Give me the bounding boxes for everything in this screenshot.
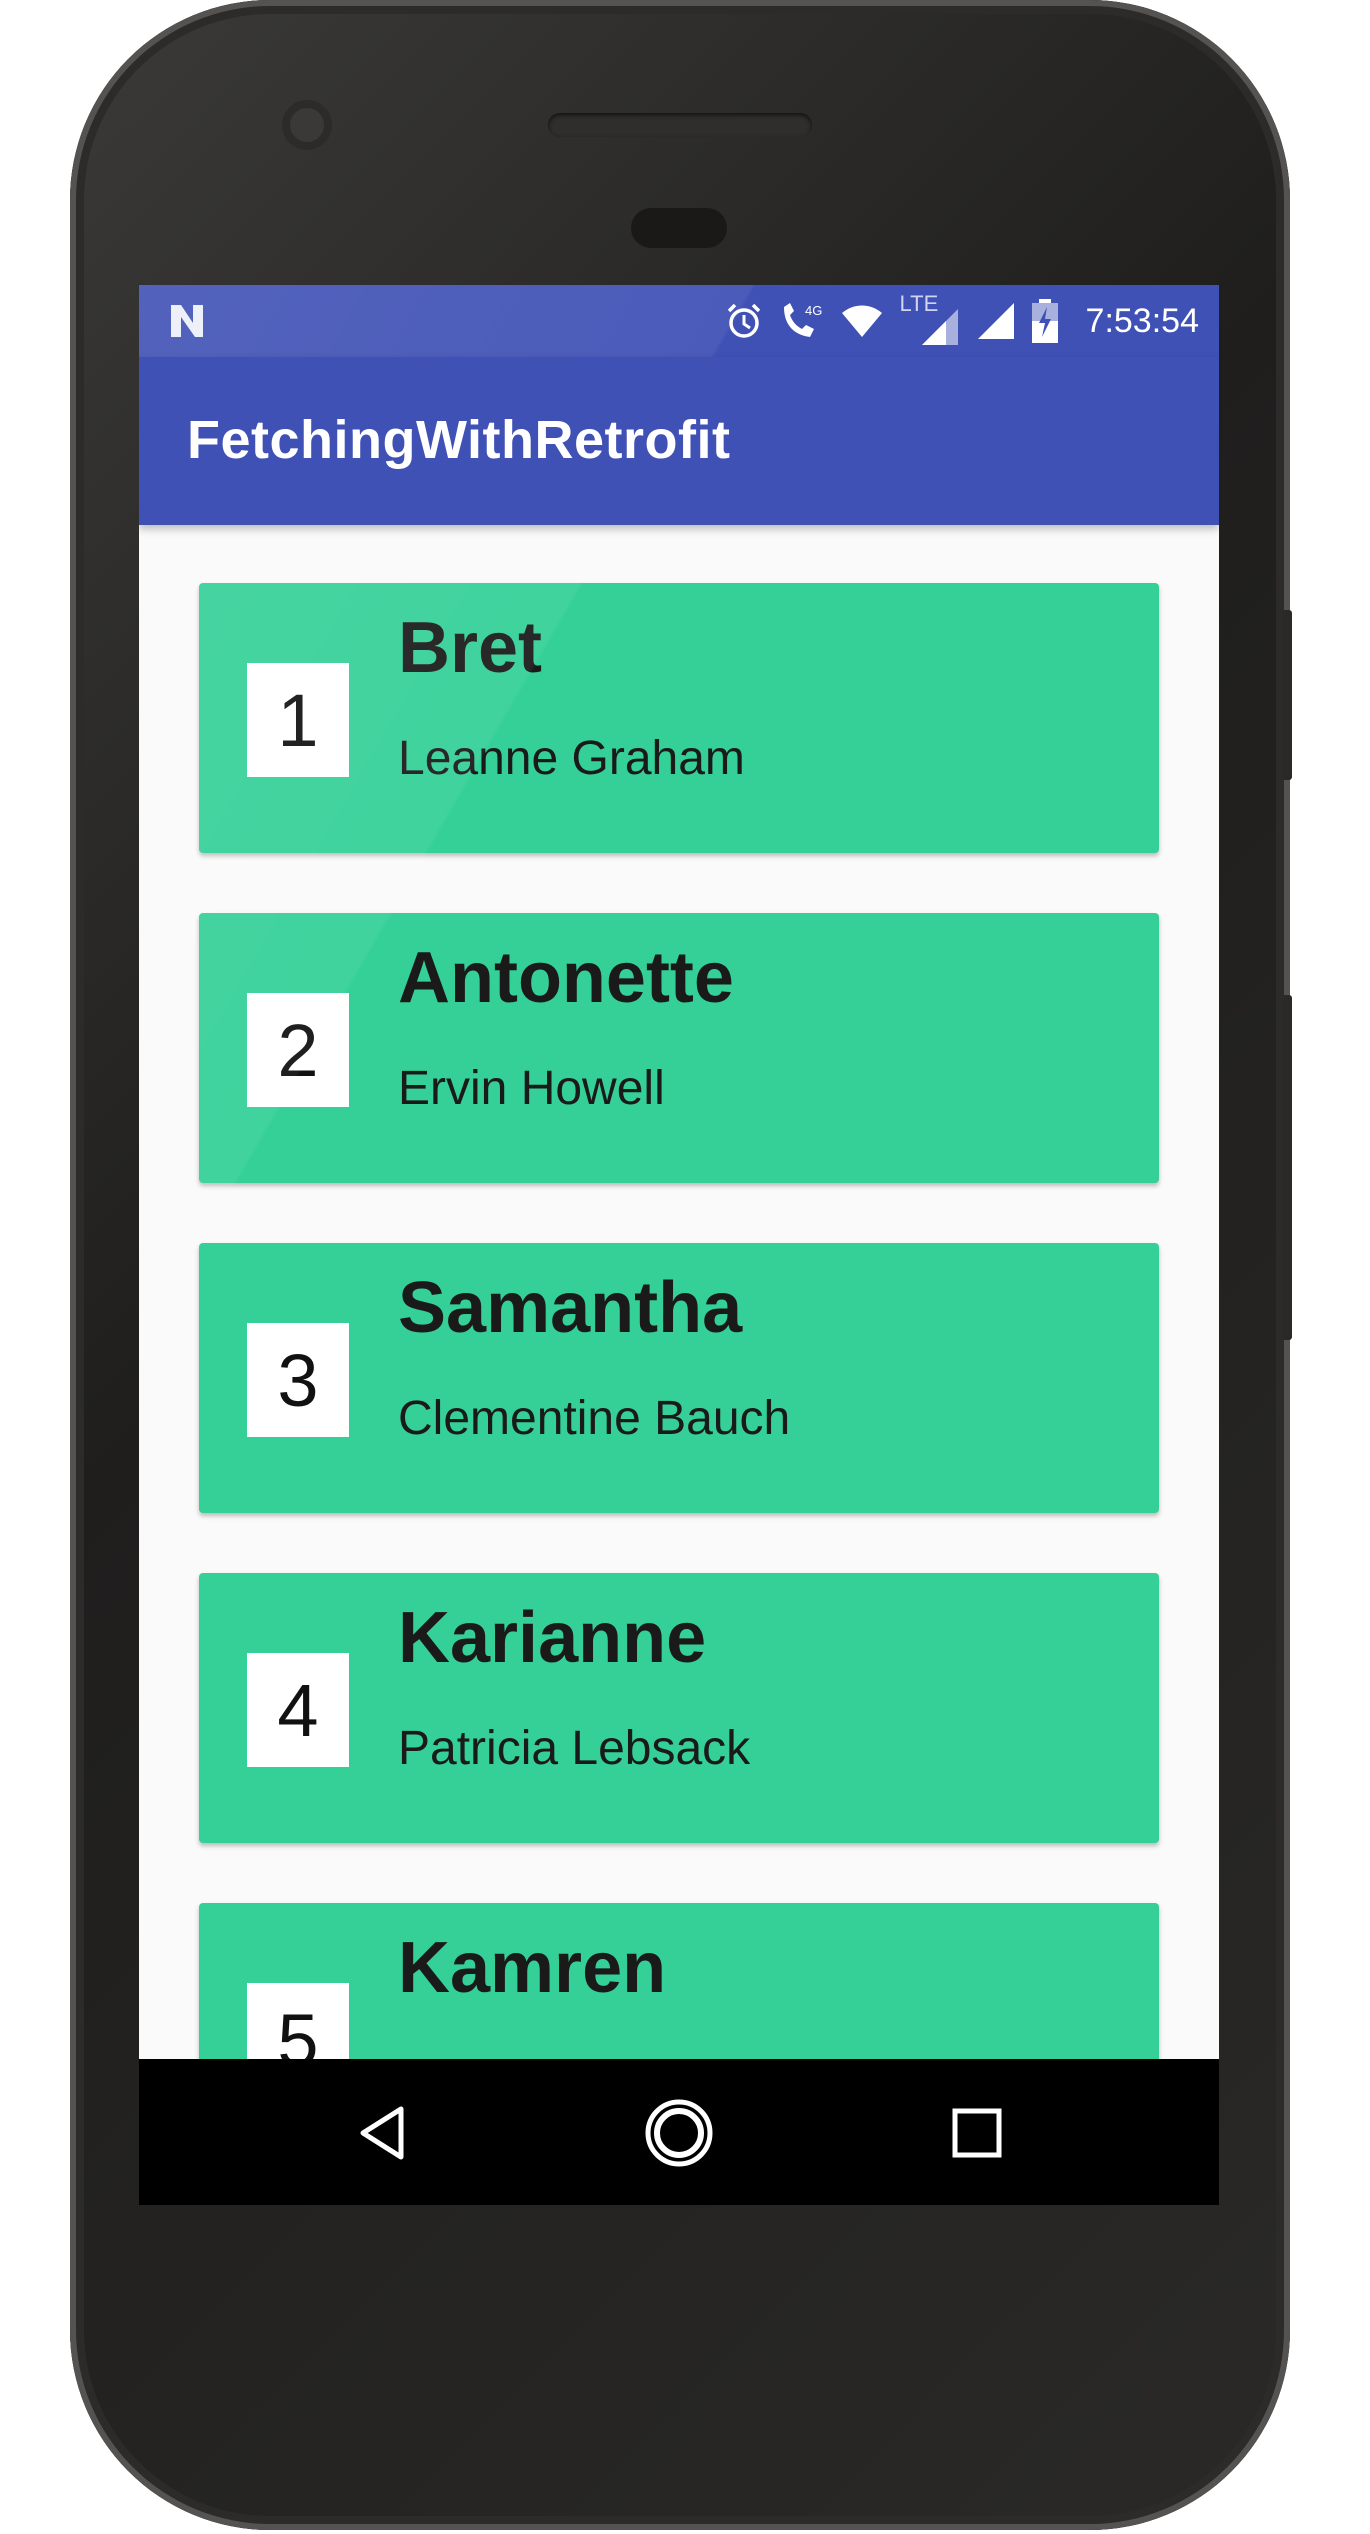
list-item[interactable]: 3 Samantha Clementine Bauch [199,1243,1159,1513]
username-label: Kamren [398,1928,667,2008]
home-icon [645,2099,713,2167]
home-button[interactable] [643,2097,715,2169]
user-id-badge: 4 [247,1653,349,1767]
username-label: Samantha [398,1268,743,1348]
username-label: Bret [398,608,543,688]
app-bar: FetchingWithRetrofit [139,357,1219,525]
wifi-calling-icon: 4G [783,303,822,337]
alarm-icon [727,303,760,338]
wifi-icon [841,305,882,337]
volume-button [1282,995,1292,1340]
network-type-label: 4G [805,303,822,318]
back-icon [360,2106,404,2160]
full-name-label: Ervin Howell [398,1062,665,1115]
status-bar: 4G LTE 7:53:54 [139,285,1219,357]
app-title: FetchingWithRetrofit [187,410,731,470]
earpiece-speaker [548,113,812,137]
cell-signal-icon [977,303,1014,339]
power-button [1282,610,1292,780]
list-item[interactable]: 2 Antonette Ervin Howell [199,913,1159,1183]
phone-screen: 4G LTE 7:53:54 FetchingWithRetrofit 1 Br… [139,285,1219,2205]
full-name-label: Leanne Graham [398,732,745,785]
back-button[interactable] [349,2097,421,2169]
recents-icon [952,2108,1002,2158]
username-label: Karianne [398,1598,707,1678]
user-id-badge: 1 [247,663,349,777]
front-camera [282,100,332,150]
navigation-bar [139,2059,1219,2205]
n-notification-icon [171,305,203,337]
full-name-label: Clementine Bauch [398,1392,791,1445]
username-label: Antonette [398,938,734,1018]
list-item[interactable]: 4 Karianne Patricia Lebsack [199,1573,1159,1843]
status-icons: 4G LTE 7:53:54 [724,285,1199,357]
list-item[interactable]: 5 Kamren [199,1903,1159,2059]
lte-signal-icon: LTE [898,291,962,349]
proximity-sensor [631,208,727,248]
user-id-badge: 5 [247,1983,349,2059]
recents-button[interactable] [941,2097,1013,2169]
user-id-badge: 3 [247,1323,349,1437]
battery-charging-icon [1031,299,1058,343]
full-name-label: Patricia Lebsack [398,1722,751,1775]
user-list[interactable]: 1 Bret Leanne Graham 2 Antonette Ervin H… [139,525,1219,2059]
status-time: 7:53:54 [1085,301,1199,340]
list-item[interactable]: 1 Bret Leanne Graham [199,583,1159,853]
user-id-badge: 2 [247,993,349,1107]
